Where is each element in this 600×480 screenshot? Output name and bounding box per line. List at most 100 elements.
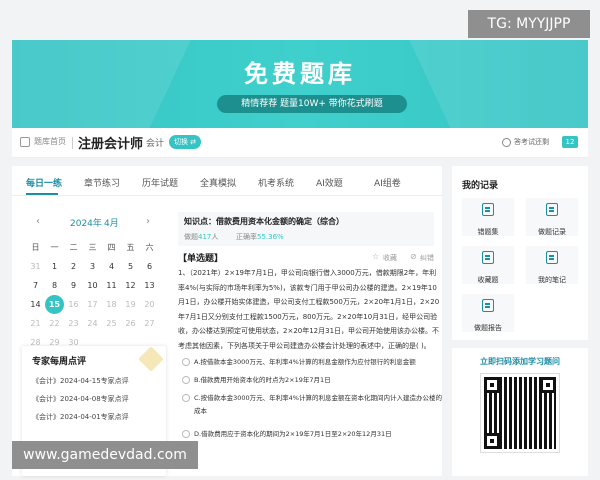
weekday: 一 — [50, 243, 59, 252]
qr-code-image — [480, 373, 560, 453]
calendar-day[interactable]: 12 — [121, 276, 140, 295]
calendar-day[interactable]: 6 — [140, 257, 159, 276]
calendar-day[interactable]: 2 — [64, 257, 83, 276]
answer-option-c[interactable]: C.按借款本金3000万元、年利率4%计算的利息金额在资本化期间内计入建造办公楼… — [182, 392, 442, 418]
document-icon — [546, 203, 558, 216]
calendar-day[interactable]: 10 — [83, 276, 102, 295]
active-tab-indicator — [26, 193, 58, 195]
my-records-title: 我的记录 — [462, 181, 499, 191]
knowledge-point-title: 知识点：借款费用资本化金额的确定（综合） — [184, 217, 344, 226]
calendar-day[interactable]: 17 — [83, 295, 102, 314]
calendar-day[interactable]: 21 — [26, 314, 45, 333]
calendar-day[interactable]: 22 — [45, 314, 64, 333]
tab-chapter-practice[interactable]: 章节练习 — [84, 176, 120, 189]
calendar-day[interactable]: 31 — [26, 257, 45, 276]
calendar-day[interactable]: 19 — [121, 295, 140, 314]
qr-finder — [484, 433, 500, 449]
exam-countdown-label: 答考试还剩 — [514, 138, 549, 146]
tab-daily-practice[interactable]: 每日一练 — [26, 176, 62, 189]
home-icon[interactable] — [20, 137, 30, 147]
record-label: 做题记录 — [538, 228, 566, 236]
report-icon — [482, 299, 494, 312]
promo-banner[interactable]: 免费题库 精情荐荐 题量10W+ 带你花式刷题 — [12, 40, 588, 128]
answer-option-d[interactable]: D.借款费用应于资本化的期间为2×19年7月1日至2×20年12月31日 — [182, 428, 442, 441]
calendar-day[interactable]: 5 — [121, 257, 140, 276]
done-unit: 人 — [211, 233, 219, 241]
question-type: 【单选题】 — [178, 254, 224, 264]
calendar-day[interactable]: 27 — [140, 314, 159, 333]
option-text: D.借款费用应于资本化的期间为2×19年7月1日至2×20年12月31日 — [194, 430, 392, 438]
page: TG: MYYJJPP 免费题库 精情荐荐 题量10W+ 带你花式刷题 题库首页… — [0, 0, 600, 480]
calendar-day[interactable]: 16 — [64, 295, 83, 314]
radio-icon[interactable] — [182, 376, 190, 384]
main-panel: 每日一练 章节练习 历年试题 全真模拟 机考系统 AI效题 AI组卷 ‹ 202… — [12, 166, 442, 476]
tab-ai-paper[interactable]: AI组卷 — [374, 176, 401, 189]
exam-countdown-days: 12 — [562, 136, 578, 148]
home-link[interactable]: 题库首页 — [34, 136, 66, 147]
calendar-day-today[interactable]: 15 — [45, 295, 64, 314]
qr-code-title: 立即扫码添加学习题问 — [480, 357, 560, 366]
favorites-button[interactable]: 收藏题 — [462, 246, 514, 284]
calendar-next-button[interactable]: › — [146, 216, 150, 227]
answer-option-b[interactable]: B.借款费用开始资本化的时点为2×19年7月1日 — [182, 374, 442, 387]
correct-rate: 正确率55.36% — [236, 232, 284, 242]
radio-icon[interactable] — [182, 358, 190, 366]
switch-subject-button[interactable]: 切换 ⇄ — [169, 135, 201, 149]
radio-icon[interactable] — [182, 394, 190, 402]
exam-title: 注册会计师 — [78, 137, 144, 152]
practice-history-button[interactable]: 做题记录 — [526, 198, 578, 236]
calendar-day[interactable]: 1 — [45, 257, 64, 276]
record-label: 错题集 — [477, 228, 499, 236]
notebook-icon — [482, 203, 494, 216]
flag-icon[interactable]: ⊘ — [410, 252, 417, 261]
calendar-week: 7 8 9 10 11 12 13 — [26, 276, 158, 295]
qr-finder — [540, 377, 556, 393]
weekday: 五 — [126, 243, 135, 252]
report-error-button[interactable]: 纠错 — [420, 253, 434, 263]
calendar-year: 2024年 — [70, 219, 102, 229]
calendar-day[interactable]: 7 — [26, 276, 45, 295]
my-records-panel: 我的记录 错题集 做题记录 收藏题 我的笔记 做题报告 — [452, 166, 588, 340]
calendar-day[interactable]: 3 — [83, 257, 102, 276]
calendar-day[interactable]: 20 — [140, 295, 159, 314]
expert-review-link[interactable]: 《会计》2024-04-01专家点评 — [32, 412, 129, 422]
wrong-questions-button[interactable]: 错题集 — [462, 198, 514, 236]
star-icon[interactable]: ☆ — [372, 252, 379, 261]
option-text: C.按借款本金3000万元、年利率4%计算的利息金额在资本化期间内计入建造办公楼… — [194, 394, 442, 415]
practice-report-button[interactable]: 做题报告 — [462, 294, 514, 332]
calendar-day[interactable]: 9 — [64, 276, 83, 295]
calendar-day[interactable]: 24 — [83, 314, 102, 333]
qr-finder — [484, 377, 500, 393]
expert-review-title: 专家每周点评 — [32, 357, 87, 367]
record-label: 收藏题 — [477, 276, 499, 284]
calendar-day[interactable]: 23 — [64, 314, 83, 333]
my-notes-button[interactable]: 我的笔记 — [526, 246, 578, 284]
done-count-value: 417 — [198, 233, 212, 241]
calendar-day[interactable]: 13 — [140, 276, 159, 295]
weekday: 六 — [145, 243, 154, 252]
record-label: 我的笔记 — [538, 276, 566, 284]
tab-ai-questions[interactable]: AI效题 — [316, 176, 343, 189]
calendar-day[interactable]: 26 — [121, 314, 140, 333]
tab-mock-exams[interactable]: 全真模拟 — [200, 176, 236, 189]
favorite-button[interactable]: 收藏 — [383, 253, 397, 263]
calendar-day[interactable]: 4 — [102, 257, 121, 276]
expert-review-link[interactable]: 《会计》2024-04-08专家点评 — [32, 394, 129, 404]
radio-icon[interactable] — [182, 430, 190, 438]
calendar-day[interactable]: 11 — [102, 276, 121, 295]
tab-past-exams[interactable]: 历年试题 — [142, 176, 178, 189]
answer-option-a[interactable]: A.按借款本金3000万元、年利率4%计算的利息金额作为应付银行的利息金额 — [182, 356, 442, 369]
knowledge-point-box: 知识点：借款费用资本化金额的确定（综合） 做题417人 正确率55.36% — [178, 212, 434, 246]
clock-icon — [502, 138, 511, 147]
calendar-month: 4月 — [104, 219, 119, 229]
calendar-day[interactable]: 8 — [45, 276, 64, 295]
calendar-day[interactable]: 14 — [26, 295, 45, 314]
pen-icon — [546, 251, 558, 264]
calendar-day[interactable]: 25 — [102, 314, 121, 333]
calendar-day[interactable]: 18 — [102, 295, 121, 314]
tab-computer-exam[interactable]: 机考系统 — [258, 176, 294, 189]
calendar-prev-button[interactable]: ‹ — [36, 216, 40, 227]
expert-review-link[interactable]: 《会计》2024-04-15专家点评 — [32, 376, 129, 386]
option-text: A.按借款本金3000万元、年利率4%计算的利息金额作为应付银行的利息金额 — [194, 358, 416, 366]
calendar-grid: 日 一 二 三 四 五 六 31 1 2 3 4 5 6 7 8 9 10 11… — [26, 238, 158, 352]
